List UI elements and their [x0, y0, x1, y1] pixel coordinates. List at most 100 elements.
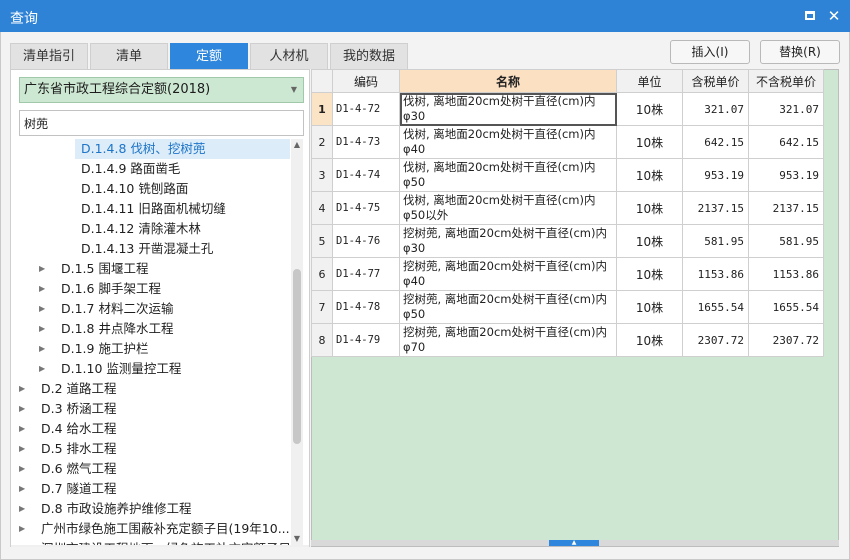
cell-code[interactable]: D1-4-79: [332, 323, 400, 357]
quota-library-select[interactable]: 广东省市政工程综合定额(2018) ▼: [19, 77, 304, 103]
row-number[interactable]: 7: [311, 290, 333, 324]
cell-name[interactable]: 挖树蔸, 离地面20cm处树干直径(cm)内 φ50: [399, 290, 617, 324]
search-input[interactable]: [19, 110, 304, 136]
cell-unit[interactable]: 10株: [616, 191, 683, 225]
cell-price-with-tax[interactable]: 953.19: [682, 158, 749, 192]
cell-price-with-tax[interactable]: 321.07: [682, 92, 749, 126]
table-row[interactable]: 1 D1-4-72 伐树, 离地面20cm处树干直径(cm)内 φ30 10株 321.0…: [311, 92, 824, 126]
cell-code[interactable]: D1-4-74: [332, 158, 400, 192]
row-number[interactable]: 4: [311, 191, 333, 225]
table-row[interactable]: 8 D1-4-79 挖树蔸, 离地面20cm处树干直径(cm)内 φ70 10株 2307…: [311, 323, 824, 357]
row-number[interactable]: 8: [311, 323, 333, 357]
cell-unit[interactable]: 10株: [616, 290, 683, 324]
cell-name[interactable]: 挖树蔸, 离地面20cm处树干直径(cm)内 φ40: [399, 257, 617, 291]
expand-arrow-icon[interactable]: ▶: [19, 399, 27, 419]
scroll-up-icon[interactable]: ▲: [291, 139, 303, 151]
cell-price-without-tax[interactable]: 581.95: [748, 224, 824, 258]
row-number[interactable]: 5: [311, 224, 333, 258]
tree-node[interactable]: ▶ D.4 给水工程: [19, 419, 290, 439]
expand-arrow-icon[interactable]: ▶: [19, 499, 27, 519]
cell-unit[interactable]: 10株: [616, 125, 683, 159]
tree-node[interactable]: ▶ D.6 燃气工程: [19, 459, 290, 479]
cell-unit[interactable]: 10株: [616, 323, 683, 357]
cell-price-with-tax[interactable]: 2307.72: [682, 323, 749, 357]
cell-price-with-tax[interactable]: 581.95: [682, 224, 749, 258]
collapse-up-icon[interactable]: ▲: [549, 540, 599, 546]
tree-node[interactable]: ▶ D.1.9 施工护栏: [39, 339, 290, 359]
cell-name[interactable]: 挖树蔸, 离地面20cm处树干直径(cm)内 φ30: [399, 224, 617, 258]
cell-price-without-tax[interactable]: 1655.54: [748, 290, 824, 324]
cell-unit[interactable]: 10株: [616, 224, 683, 258]
table-row[interactable]: 4 D1-4-75 伐树, 离地面20cm处树干直径(cm)内 φ50以外 10株 213…: [311, 191, 824, 225]
tree-node[interactable]: ▶ D.1.6 脚手架工程: [39, 279, 290, 299]
cell-unit[interactable]: 10株: [616, 158, 683, 192]
expand-arrow-icon[interactable]: ▶: [19, 479, 27, 499]
tree-node[interactable]: D.1.4.13 开凿混凝土孔: [75, 239, 290, 259]
cell-price-with-tax[interactable]: 1153.86: [682, 257, 749, 291]
tab-my-data[interactable]: 我的数据: [330, 43, 408, 69]
cell-price-without-tax[interactable]: 2307.72: [748, 323, 824, 357]
tree-node[interactable]: D.1.4.8 伐树、挖树蔸: [75, 139, 290, 159]
tab-list[interactable]: 清单: [90, 43, 168, 69]
cell-price-without-tax[interactable]: 2137.15: [748, 191, 824, 225]
tree-node[interactable]: ▶ D.7 隧道工程: [19, 479, 290, 499]
cell-unit[interactable]: 10株: [616, 92, 683, 126]
expand-arrow-icon[interactable]: ▶: [39, 339, 47, 359]
insert-button[interactable]: 插入(I): [670, 40, 750, 64]
cell-name[interactable]: 挖树蔸, 离地面20cm处树干直径(cm)内 φ70: [399, 323, 617, 357]
table-row[interactable]: 6 D1-4-77 挖树蔸, 离地面20cm处树干直径(cm)内 φ40 10株 1153…: [311, 257, 824, 291]
tab-quota[interactable]: 定额: [170, 43, 248, 69]
cell-code[interactable]: D1-4-78: [332, 290, 400, 324]
cell-price-without-tax[interactable]: 1153.86: [748, 257, 824, 291]
tree-horizontal-scrollbar[interactable]: [11, 545, 309, 547]
tree-node[interactable]: ▶ D.5 排水工程: [19, 439, 290, 459]
expand-arrow-icon[interactable]: ▶: [39, 299, 47, 319]
tree-node[interactable]: ▶ D.3 桥涵工程: [19, 399, 290, 419]
expand-arrow-icon[interactable]: ▶: [19, 379, 27, 399]
tree-node[interactable]: D.1.4.11 旧路面机械切缝: [75, 199, 290, 219]
cell-price-without-tax[interactable]: 953.19: [748, 158, 824, 192]
tree-node[interactable]: ▶ 广州市绿色施工围蔽补充定额子目(19年10...: [19, 519, 290, 539]
cell-name[interactable]: 伐树, 离地面20cm处树干直径(cm)内 φ50: [399, 158, 617, 192]
maximize-button[interactable]: [800, 6, 820, 26]
cell-name[interactable]: 伐树, 离地面20cm处树干直径(cm)内 φ30: [399, 92, 617, 126]
cell-code[interactable]: D1-4-73: [332, 125, 400, 159]
cell-price-without-tax[interactable]: 321.07: [748, 92, 824, 126]
tree-vertical-scrollbar[interactable]: ▲ ▼: [291, 139, 303, 545]
replace-button[interactable]: 替换(R): [760, 40, 840, 64]
cell-price-without-tax[interactable]: 642.15: [748, 125, 824, 159]
row-number[interactable]: 2: [311, 125, 333, 159]
cell-unit[interactable]: 10株: [616, 257, 683, 291]
tab-list-guide[interactable]: 清单指引: [10, 43, 88, 69]
expand-arrow-icon[interactable]: ▶: [19, 459, 27, 479]
expand-arrow-icon[interactable]: ▶: [19, 519, 27, 539]
table-row[interactable]: 7 D1-4-78 挖树蔸, 离地面20cm处树干直径(cm)内 φ50 10株 1655…: [311, 290, 824, 324]
row-number[interactable]: 6: [311, 257, 333, 291]
cell-name[interactable]: 伐树, 离地面20cm处树干直径(cm)内 φ50以外: [399, 191, 617, 225]
expand-arrow-icon[interactable]: ▶: [39, 319, 47, 339]
scroll-down-icon[interactable]: ▼: [291, 533, 303, 545]
panel-splitter[interactable]: ▲: [311, 540, 839, 546]
row-number[interactable]: 3: [311, 158, 333, 192]
cell-code[interactable]: D1-4-77: [332, 257, 400, 291]
expand-arrow-icon[interactable]: ▶: [39, 279, 47, 299]
cell-name[interactable]: 伐树, 离地面20cm处树干直径(cm)内 φ40: [399, 125, 617, 159]
close-button[interactable]: ✕: [824, 6, 844, 26]
cell-code[interactable]: D1-4-75: [332, 191, 400, 225]
expand-arrow-icon[interactable]: ▶: [19, 419, 27, 439]
tree-node[interactable]: ▶ D.1.7 材料二次运输: [39, 299, 290, 319]
cell-price-with-tax[interactable]: 642.15: [682, 125, 749, 159]
column-header-price-without-tax[interactable]: 不含税单价: [748, 69, 824, 93]
column-header-unit[interactable]: 单位: [616, 69, 683, 93]
column-header-code[interactable]: 编码: [332, 69, 400, 93]
table-row[interactable]: 5 D1-4-76 挖树蔸, 离地面20cm处树干直径(cm)内 φ30 10株 581.…: [311, 224, 824, 258]
tree-node[interactable]: ▶ D.1.10 监测量控工程: [39, 359, 290, 379]
tree-node[interactable]: ▶ D.8 市政设施养护维修工程: [19, 499, 290, 519]
table-row[interactable]: 2 D1-4-73 伐树, 离地面20cm处树干直径(cm)内 φ40 10株 642.1…: [311, 125, 824, 159]
tree-node[interactable]: D.1.4.9 路面凿毛: [75, 159, 290, 179]
expand-arrow-icon[interactable]: ▶: [39, 359, 47, 379]
tree-node[interactable]: D.1.4.10 铣刨路面: [75, 179, 290, 199]
expand-arrow-icon[interactable]: ▶: [39, 259, 47, 279]
tree-node[interactable]: ▶ D.2 道路工程: [19, 379, 290, 399]
cell-code[interactable]: D1-4-72: [332, 92, 400, 126]
